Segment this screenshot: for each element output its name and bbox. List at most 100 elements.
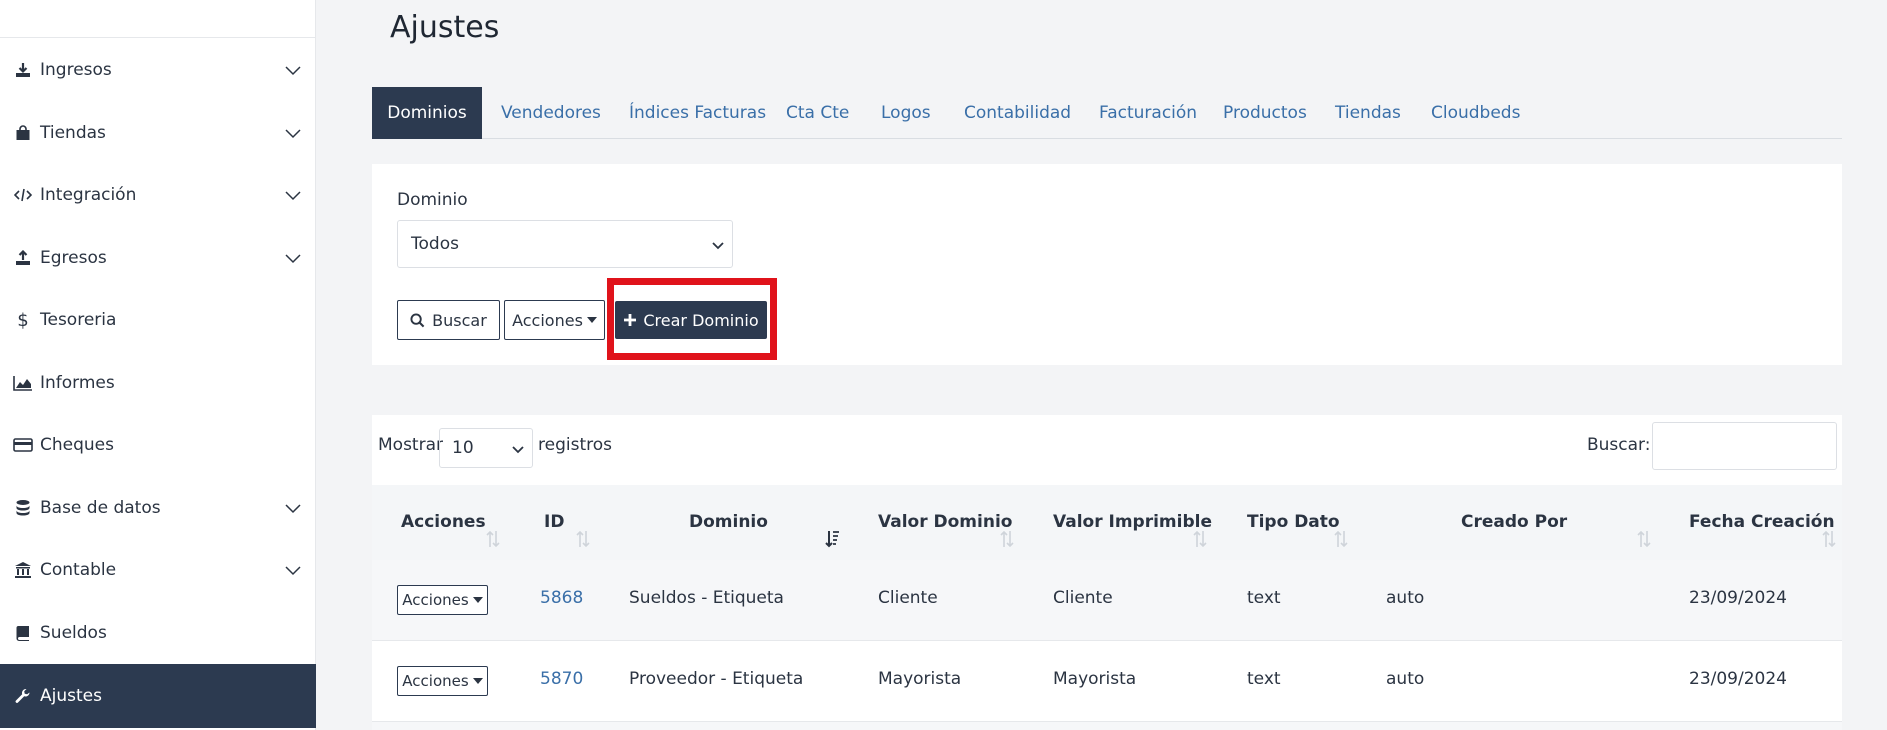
shopping-bag-icon <box>12 123 34 143</box>
column-header-acciones[interactable]: Acciones <box>401 512 486 532</box>
column-header-valor-imprimible[interactable]: Valor Imprimible <box>1053 512 1212 532</box>
crear-dominio-button[interactable]: Crear Dominio <box>615 301 767 339</box>
sort-icon[interactable] <box>1333 529 1349 549</box>
dominio-select[interactable]: Todos <box>397 220 733 268</box>
tab-facturacion[interactable]: Facturación <box>1099 87 1197 139</box>
column-header-tipo-dato[interactable]: Tipo Dato <box>1247 512 1340 532</box>
column-header-creado-por[interactable]: Creado Por <box>1461 512 1567 532</box>
page-title: Ajustes <box>390 10 500 45</box>
row-dominio: Proveedor - Etiqueta <box>629 669 804 689</box>
row-fecha-creacion: 23/09/2024 <box>1689 669 1787 689</box>
sort-icon[interactable] <box>485 529 501 549</box>
bank-icon <box>12 560 34 580</box>
row-id-link[interactable]: 5868 <box>540 588 583 608</box>
wrench-icon <box>12 686 34 706</box>
sort-icon[interactable] <box>575 529 591 549</box>
tab-tiendas[interactable]: Tiendas <box>1335 87 1401 139</box>
tab-indices-facturas[interactable]: Índices Facturas <box>629 87 766 139</box>
column-header-id[interactable]: ID <box>544 512 564 532</box>
chevron-down-icon[interactable] <box>284 61 302 79</box>
caret-down-icon <box>472 678 483 684</box>
table-search-label: Buscar: <box>1587 435 1651 455</box>
sidebar-item-label: Ingresos <box>40 60 112 80</box>
sidebar-item-informes[interactable]: Informes <box>0 352 316 414</box>
page-length-select[interactable]: 10 <box>439 428 533 468</box>
sidebar-item-label: Tiendas <box>40 123 106 143</box>
tab-vendedores[interactable]: Vendedores <box>501 87 601 139</box>
chevron-down-icon[interactable] <box>284 124 302 142</box>
sidebar-item-integracion[interactable]: Integración <box>0 164 316 226</box>
sidebar-item-cheques[interactable]: Cheques <box>0 414 316 476</box>
table-row <box>372 722 1842 730</box>
chevron-down-icon[interactable] <box>284 249 302 267</box>
length-after-label: registros <box>538 435 612 455</box>
chevron-down-icon[interactable] <box>284 561 302 579</box>
sidebar-item-ajustes[interactable]: Ajustes <box>0 664 316 728</box>
column-header-fecha-creacion[interactable]: Fecha Creación <box>1689 512 1835 532</box>
row-acciones-button[interactable]: Acciones <box>397 585 488 615</box>
sidebar-item-label: Egresos <box>40 248 107 268</box>
sidebar-item-label: Contable <box>40 560 117 580</box>
column-header-dominio[interactable]: Dominio <box>689 512 768 532</box>
row-tipo-dato: text <box>1247 669 1281 689</box>
sidebar-top-divider <box>0 37 316 38</box>
chevron-down-icon[interactable] <box>284 499 302 517</box>
dollar-icon: $ <box>17 309 29 331</box>
column-header-valor-dominio[interactable]: Valor Dominio <box>878 512 1012 532</box>
sidebar-item-label: Informes <box>40 373 115 393</box>
crear-dominio-label: Crear Dominio <box>643 310 759 330</box>
row-valor-imprimible: Mayorista <box>1053 669 1137 689</box>
plus-icon <box>624 314 637 326</box>
sidebar-item-label: Cheques <box>40 435 114 455</box>
buscar-button[interactable]: Buscar <box>397 300 500 340</box>
tab-logos[interactable]: Logos <box>881 87 931 139</box>
code-icon <box>12 185 34 205</box>
row-creado-por: auto <box>1386 669 1425 689</box>
upload-icon <box>12 248 34 268</box>
row-creado-por: auto <box>1386 588 1425 608</box>
dominio-select-value: Todos <box>411 234 459 254</box>
sidebar-item-egresos[interactable]: Egresos <box>0 227 316 289</box>
tab-cloudbeds[interactable]: Cloudbeds <box>1431 87 1520 139</box>
search-icon <box>410 312 425 327</box>
row-id-link[interactable]: 5870 <box>540 669 583 689</box>
sort-icon[interactable] <box>999 529 1015 549</box>
chevron-down-icon <box>512 446 524 454</box>
sort-icon[interactable] <box>1821 529 1837 549</box>
sort-descending-icon[interactable] <box>824 529 840 549</box>
tab-bar: Dominios Vendedores Índices Facturas Cta… <box>372 87 1842 139</box>
sidebar-item-label: Base de datos <box>40 498 161 518</box>
dominio-filter-label: Dominio <box>397 190 468 210</box>
tab-contabilidad[interactable]: Contabilidad <box>964 87 1071 139</box>
tab-productos[interactable]: Productos <box>1223 87 1307 139</box>
sort-icon[interactable] <box>1636 529 1652 549</box>
sidebar-item-tiendas[interactable]: Tiendas <box>0 102 316 164</box>
sidebar-item-base-de-datos[interactable]: Base de datos <box>0 477 316 539</box>
acciones-dropdown-button[interactable]: Acciones <box>504 300 605 340</box>
sort-icon[interactable] <box>1192 529 1208 549</box>
sidebar-item-ingresos[interactable]: Ingresos <box>0 39 316 101</box>
table-row: Acciones 5868 Sueldos - Etiqueta Cliente… <box>372 560 1842 640</box>
caret-down-icon <box>472 597 483 603</box>
page-length-value: 10 <box>452 438 474 458</box>
tab-dominios[interactable]: Dominios <box>372 87 482 139</box>
table-search-input[interactable] <box>1652 422 1837 470</box>
sidebar-item-label: Tesoreria <box>40 310 117 330</box>
chevron-down-icon[interactable] <box>284 186 302 204</box>
sidebar-item-sueldos[interactable]: Sueldos <box>0 602 316 664</box>
table-row: Acciones 5870 Proveedor - Etiqueta Mayor… <box>372 641 1842 721</box>
database-icon <box>12 498 34 518</box>
row-acciones-label: Acciones <box>402 591 469 609</box>
table-header: Acciones ID Dominio Valor Dominio Valor … <box>372 485 1842 560</box>
credit-card-icon <box>12 435 34 455</box>
row-valor-dominio: Cliente <box>878 588 938 608</box>
tab-cta-cte[interactable]: Cta Cte <box>786 87 849 139</box>
sidebar-item-contable[interactable]: Contable <box>0 539 316 601</box>
row-acciones-button[interactable]: Acciones <box>397 666 488 696</box>
acciones-button-label: Acciones <box>512 310 583 330</box>
sidebar-item-tesoreria[interactable]: $ Tesoreria <box>0 289 316 351</box>
download-icon <box>12 60 34 80</box>
length-label: Mostrar <box>378 435 443 455</box>
buscar-button-label: Buscar <box>432 310 487 330</box>
row-dominio: Sueldos - Etiqueta <box>629 588 784 608</box>
